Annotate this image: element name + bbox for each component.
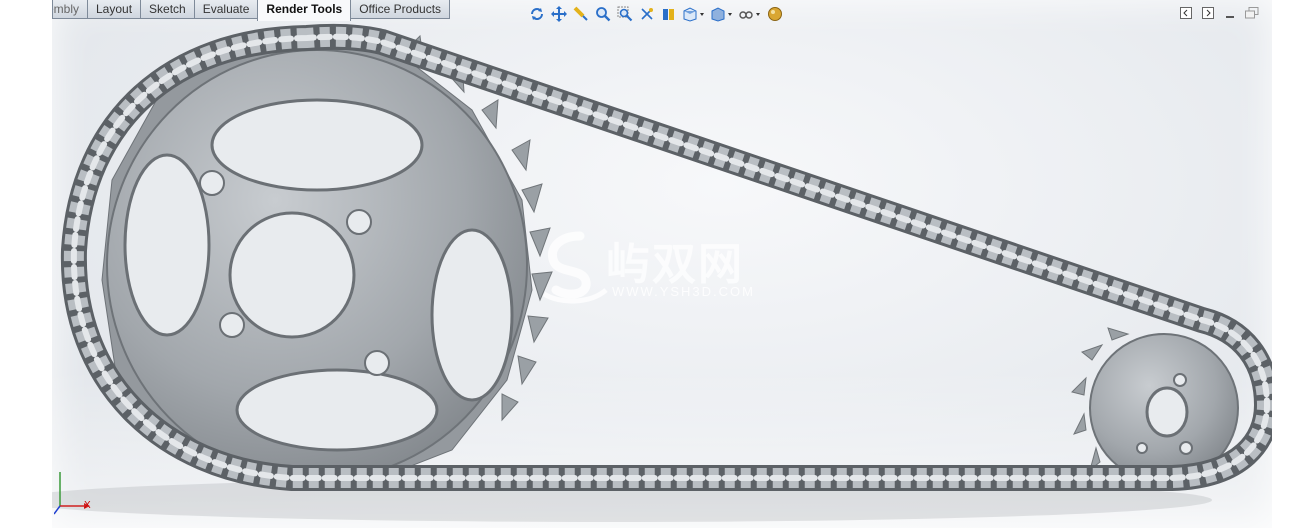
tab-render-tools[interactable]: Render Tools <box>257 0 352 21</box>
restore-icon[interactable] <box>1244 6 1260 20</box>
tab-office-products[interactable]: Office Products <box>350 0 451 19</box>
heads-up-view-toolbar <box>527 4 785 26</box>
tile-right-icon[interactable] <box>1200 6 1216 20</box>
command-manager-tabs: embly Layout Sketch Evaluate Render Tool… <box>52 0 451 21</box>
window-controls <box>1178 6 1260 20</box>
minimize-icon[interactable] <box>1222 6 1238 20</box>
large-sprocket[interactable] <box>101 29 553 486</box>
graphics-area[interactable]: embly Layout Sketch Evaluate Render Tool… <box>52 0 1272 528</box>
chain-drive-model[interactable] <box>52 0 1272 528</box>
tab-layout[interactable]: Layout <box>87 0 142 19</box>
reference-triad: X <box>53 466 94 521</box>
tab-assembly[interactable]: embly <box>52 0 88 19</box>
view-orientation-icon[interactable] <box>681 4 707 24</box>
hide-show-items-icon[interactable] <box>737 4 763 24</box>
tab-evaluate[interactable]: Evaluate <box>193 0 259 19</box>
tab-sketch[interactable]: Sketch <box>140 0 195 19</box>
section-view-icon[interactable] <box>659 4 679 24</box>
tile-left-icon[interactable] <box>1178 6 1194 20</box>
zoom-to-fit-icon[interactable] <box>593 4 613 24</box>
rotate-view-icon[interactable] <box>527 4 547 24</box>
zoom-to-area-icon[interactable] <box>615 4 635 24</box>
edit-appearance-icon[interactable] <box>765 4 785 24</box>
pan-icon[interactable] <box>549 4 569 24</box>
display-style-icon[interactable] <box>709 4 735 24</box>
triad-x-label: X <box>84 500 91 511</box>
selection-filter-icon[interactable] <box>571 4 591 24</box>
previous-view-icon[interactable] <box>637 4 657 24</box>
